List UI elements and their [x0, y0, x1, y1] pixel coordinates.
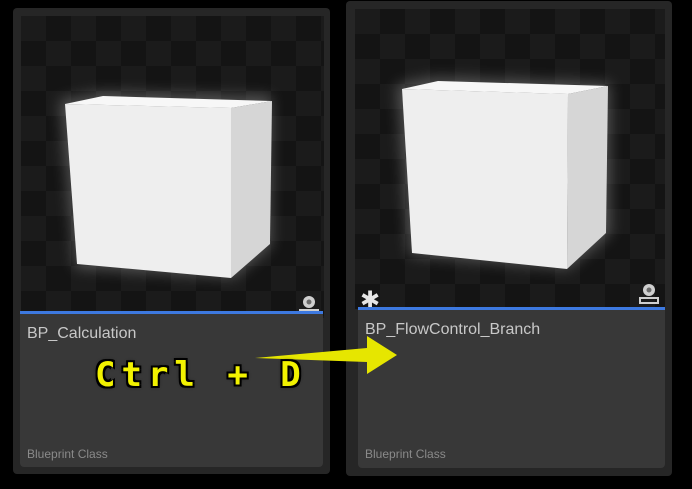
map-pin-icon [639, 284, 659, 304]
asset-type: Blueprint Class [365, 447, 446, 461]
cube-mesh-preview [397, 77, 610, 269]
asset-info-panel: BP_FlowControl_Branch Blueprint Class [358, 310, 665, 468]
cube-mesh-preview [60, 92, 272, 278]
asset-thumbnail: ✱ [355, 9, 665, 309]
asset-name: BP_Calculation [27, 325, 137, 342]
asset-type: Blueprint Class [27, 447, 108, 461]
asset-tile-bp-calculation[interactable]: BP_Calculation Blueprint Class [13, 8, 330, 474]
asset-thumbnail [21, 16, 324, 318]
asset-tile-bp-flowcontrol-branch[interactable]: ✱ BP_FlowControl_Branch Blueprint Class [346, 1, 672, 476]
shortcut-label: Ctrl + D [95, 355, 307, 395]
modified-asterisk-icon: ✱ [360, 286, 381, 309]
